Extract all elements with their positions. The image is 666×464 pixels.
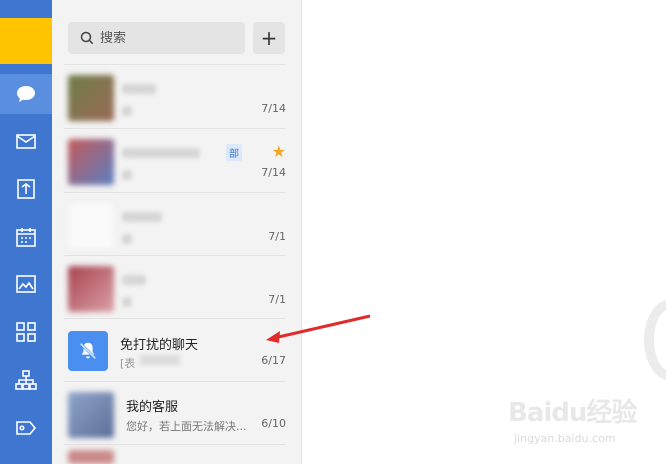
- image-icon: [16, 275, 36, 293]
- search-icon: [80, 31, 94, 45]
- blurred-preview: [122, 234, 132, 244]
- chat-preview: 您好，若上面无法解决...: [126, 420, 247, 433]
- watermark-logo: Baidu经验: [508, 398, 637, 428]
- sidebar-item-calendar[interactable]: [0, 217, 52, 257]
- blurred-name: [122, 275, 146, 285]
- blurred-name: [122, 84, 156, 94]
- document-icon: [17, 179, 35, 199]
- divider: [64, 444, 285, 445]
- search-input[interactable]: [100, 30, 230, 46]
- sidebar-item-chat[interactable]: [0, 74, 52, 114]
- chat-title: 免打扰的聊天: [120, 338, 199, 353]
- chat-avatar: [68, 203, 114, 249]
- watermark-url: jingyan.baidu.com: [514, 432, 616, 445]
- sidebar-item-docs[interactable]: [0, 169, 52, 209]
- divider: [64, 381, 285, 382]
- add-button[interactable]: +: [253, 22, 285, 54]
- blurred-preview: [122, 106, 132, 116]
- chat-item[interactable]: 7/1: [64, 194, 286, 256]
- star-icon: ★: [271, 142, 286, 161]
- chat-tag: 部: [226, 144, 242, 161]
- chat-avatar: [68, 392, 114, 438]
- annotation-arrow: [266, 314, 371, 343]
- messenger-window: + 7/14 部 ★ 7/14 7/1: [0, 0, 666, 464]
- org-chart-icon: [15, 370, 37, 390]
- divider: [64, 255, 285, 256]
- chat-avatar: [68, 450, 114, 464]
- sidebar-item-tags[interactable]: [0, 408, 52, 448]
- divider: [64, 318, 285, 319]
- chat-preview: [表: [120, 357, 136, 370]
- blurred-name: [122, 212, 162, 222]
- sidebar-item-mail[interactable]: [0, 121, 52, 161]
- blurred-preview: [122, 297, 132, 307]
- divider: [64, 128, 285, 129]
- chat-title: 我的客服: [126, 400, 179, 415]
- chat-date: 6/17: [261, 354, 286, 367]
- blurred-preview: [122, 170, 132, 180]
- calendar-icon: [16, 228, 36, 247]
- sidebar-item-contacts[interactable]: [0, 360, 52, 400]
- chat-avatar: [68, 266, 114, 312]
- chat-avatar: [68, 139, 114, 185]
- chat-bubble-icon: [17, 86, 35, 102]
- avatar[interactable]: [0, 18, 52, 64]
- chat-date: 7/14: [261, 166, 286, 179]
- chat-date: 7/1: [268, 293, 286, 306]
- apps-grid-icon: [16, 322, 36, 342]
- tag-icon: [16, 421, 37, 435]
- chat-item-muted[interactable]: 免打扰的聊天 [表 6/17: [64, 320, 286, 382]
- mail-icon: [16, 134, 36, 149]
- watermark: Baidu经验 jingyan.baidu.com: [508, 392, 658, 452]
- chat-list-panel: + 7/14 部 ★ 7/14 7/1: [52, 0, 302, 464]
- chat-item[interactable]: 7/14: [64, 66, 286, 128]
- divider: [64, 192, 285, 193]
- chat-avatar: [68, 75, 114, 121]
- sidebar: [0, 0, 52, 464]
- sidebar-item-apps[interactable]: [0, 312, 52, 352]
- chat-item[interactable]: 部 ★ 7/14: [64, 130, 286, 192]
- sidebar-item-workbench[interactable]: [0, 264, 52, 304]
- bell-off-icon: [68, 331, 108, 371]
- chat-date: 7/1: [268, 230, 286, 243]
- blurred-preview: [140, 355, 180, 365]
- chat-date: 6/10: [261, 417, 286, 430]
- chat-item[interactable]: 我的客服 您好，若上面无法解决... 6/10: [64, 383, 286, 445]
- chat-item[interactable]: 7/1: [64, 257, 286, 319]
- search-box[interactable]: [68, 22, 245, 54]
- divider: [64, 64, 285, 65]
- blurred-name: [122, 148, 200, 158]
- chat-date: 7/14: [261, 102, 286, 115]
